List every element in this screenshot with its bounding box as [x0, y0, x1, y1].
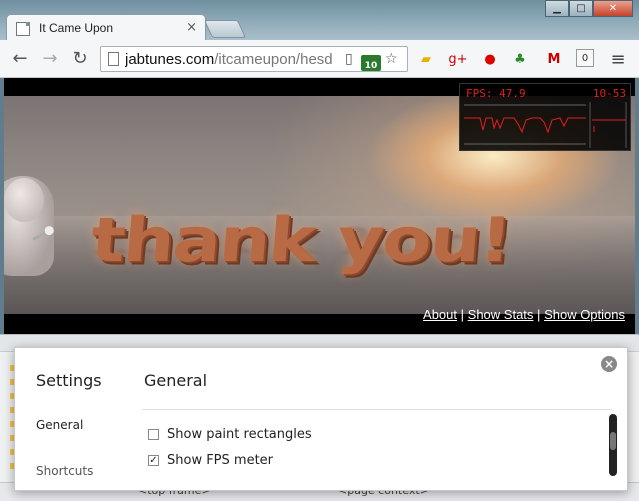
window-titlebar: It Came Upon × ▁ □ ✕	[0, 0, 639, 42]
option-label: Show FPS meter	[167, 453, 274, 468]
stop-extension-icon[interactable]: ●	[480, 49, 500, 69]
forward-button[interactable]: →	[40, 49, 60, 69]
gmail-extension-icon[interactable]: M	[544, 49, 564, 69]
fps-meter: FPS: 47.9 10-53	[459, 83, 631, 151]
counter-extension-icon[interactable]: 0	[576, 49, 594, 67]
hero-text: thank you!	[88, 204, 513, 276]
section-title: General	[144, 371, 208, 390]
bookmark-star-icon[interactable]: ☆	[385, 51, 398, 67]
browser-toolbar: ← → ↻ jabtunes.com/itcameupon/hesd ▯ 10 …	[0, 40, 639, 78]
option-show-paint-rectangles[interactable]: Show paint rectangles	[148, 427, 312, 442]
fps-value: FPS: 47.9	[466, 87, 526, 100]
settings-title: Settings	[36, 371, 102, 390]
link-separator: |	[537, 307, 541, 322]
page-links: About | Show Stats | Show Options	[423, 307, 625, 322]
address-bar[interactable]: jabtunes.com/itcameupon/hesd ▯ 10 ☆	[100, 46, 408, 72]
browser-tab[interactable]: It Came Upon ×	[6, 14, 206, 42]
fps-range: 10-53	[592, 87, 626, 100]
extension-badge-icon[interactable]: 10	[361, 55, 381, 71]
google-plus-extension-icon[interactable]: g+	[448, 49, 468, 69]
settings-dialog: Settings General Shortcuts General × Sho…	[14, 347, 628, 491]
checkbox-fps-meter[interactable]: ✓	[148, 455, 159, 466]
close-window-button[interactable]: ✕	[593, 0, 633, 17]
tab-close-icon[interactable]: ×	[186, 20, 197, 35]
url-domain: jabtunes.com	[125, 51, 215, 68]
evernote-extension-icon[interactable]: ♣	[510, 49, 530, 69]
folder-extension-icon[interactable]: ▰	[416, 49, 436, 69]
tab-title: It Came Upon	[39, 21, 114, 35]
close-dialog-button[interactable]: ×	[601, 356, 617, 372]
option-label: Show paint rectangles	[167, 427, 312, 442]
show-stats-link[interactable]: Show Stats	[468, 307, 534, 322]
page-favicon-icon	[16, 22, 30, 36]
new-tab-button[interactable]	[203, 20, 247, 38]
nav-item-shortcuts[interactable]: Shortcuts	[36, 464, 93, 478]
mobile-icon[interactable]: ▯	[345, 51, 353, 67]
link-separator: |	[460, 307, 465, 322]
back-button[interactable]: ←	[10, 49, 30, 69]
maximize-button[interactable]: □	[569, 0, 593, 17]
url-path: /itcameupon/hesd	[214, 51, 333, 68]
dialog-scrollbar[interactable]	[609, 414, 617, 476]
reload-button[interactable]: ↻	[70, 49, 90, 69]
checkbox-paint-rectangles[interactable]	[148, 429, 159, 440]
page-icon	[108, 52, 119, 66]
menu-icon[interactable]: ≡	[608, 49, 628, 70]
window-controls: ▁ □ ✕	[545, 0, 633, 18]
minimize-button[interactable]: ▁	[545, 0, 569, 17]
fps-graph	[464, 102, 627, 148]
section-divider	[142, 409, 612, 410]
show-options-link[interactable]: Show Options	[544, 307, 625, 322]
figure-head	[4, 178, 44, 222]
nav-item-general[interactable]: General	[36, 418, 83, 432]
url-text[interactable]: jabtunes.com/itcameupon/hesd	[125, 51, 345, 68]
about-link[interactable]: About	[423, 307, 457, 322]
option-show-fps-meter[interactable]: ✓ Show FPS meter	[148, 453, 273, 468]
